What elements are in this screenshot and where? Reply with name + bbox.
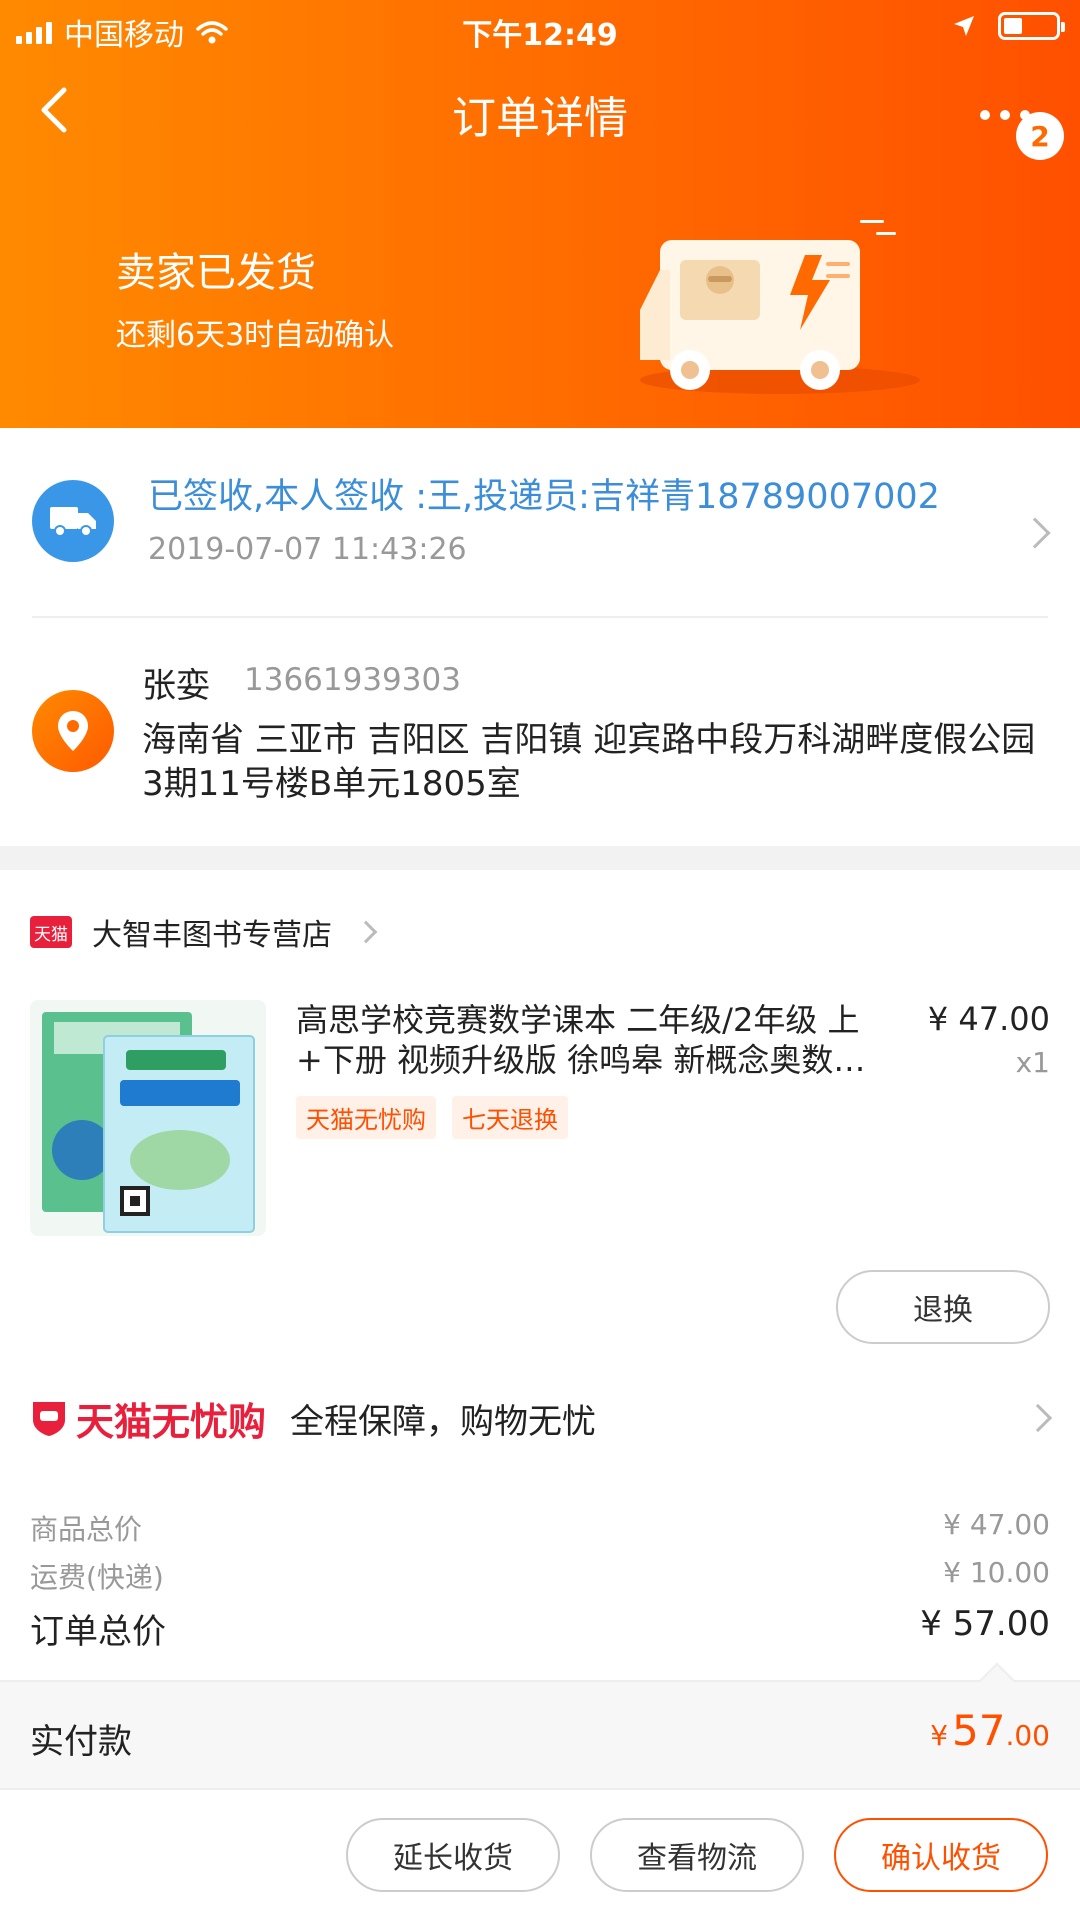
paid-integer: 57: [952, 1706, 1006, 1755]
product-price: ¥ 47.00: [927, 1000, 1050, 1038]
page-title: 订单详情: [452, 93, 628, 144]
order-total-value: ¥ 57.00: [920, 1604, 1050, 1644]
order-header: 中国移动 下午12:49 订单详情 2 卖家已发货 还剩6天3时自动确认: [0, 0, 1080, 428]
view-logistics-button[interactable]: 查看物流: [590, 1818, 804, 1892]
logistics-latest[interactable]: 已签收,本人签收 :王,投递员:吉祥青18789007002: [148, 468, 940, 519]
product-quantity: x1: [1015, 1046, 1050, 1079]
address-icon: [32, 690, 114, 772]
goods-total-label: 商品总价: [30, 1513, 143, 1546]
order-total-label: 订单总价: [30, 1612, 166, 1652]
paid-amount: ¥ 57 .00: [930, 1706, 1050, 1755]
product-tags: 天猫无忧购 七天退换: [296, 1096, 568, 1139]
order-total-row: 订单总价 ¥ 57.00: [30, 1604, 1050, 1653]
battery-level: [1004, 18, 1022, 34]
tmall-badge: 天猫: [30, 916, 72, 948]
exchange-button[interactable]: 退换: [836, 1270, 1050, 1344]
shield-icon: [33, 1402, 65, 1436]
chevron-right-icon: [354, 920, 378, 944]
extend-receipt-button[interactable]: 延长收货: [346, 1818, 560, 1892]
truck-icon: [50, 507, 96, 537]
shipping-fee-row: 运费(快递) ¥ 10.00: [30, 1556, 1050, 1596]
confirm-receipt-button[interactable]: 确认收货: [834, 1818, 1048, 1892]
assurance-row[interactable]: 天猫无忧购 全程保障，购物无忧: [30, 1388, 1053, 1448]
order-detail-page: 中国移动 下午12:49 订单详情 2 卖家已发货 还剩6天3时自动确认 已签收…: [0, 0, 1080, 1920]
paid-amount-bar: 实付款 ¥ 57 .00: [0, 1662, 1080, 1788]
logistics-icon: [32, 480, 114, 562]
divider: [32, 616, 1048, 618]
shop-header[interactable]: 天猫 大智丰图书专营店: [30, 910, 378, 954]
status-bar: 中国移动 下午12:49: [0, 0, 1080, 60]
logistics-time: 2019-07-07 11:43:26: [148, 532, 467, 567]
receiver-name: 张娈: [142, 666, 210, 706]
paid-decimal: .00: [1005, 1719, 1050, 1752]
logistics-card: 已签收,本人签收 :王,投递员:吉祥青18789007002 2019-07-0…: [0, 428, 1080, 846]
product-thumbnail[interactable]: [30, 1000, 266, 1236]
auto-confirm-countdown: 还剩6天3时自动确认: [116, 318, 395, 353]
goods-total-row: 商品总价 ¥ 47.00: [30, 1508, 1050, 1548]
bottom-action-bar: 延长收货 查看物流 确认收货: [0, 1788, 1080, 1920]
paid-label: 实付款: [30, 1722, 132, 1762]
assurance-desc: 全程保障，购物无忧: [290, 1401, 597, 1442]
assurance-logo-text: 天猫无忧购: [76, 1399, 267, 1444]
receiver-address: 海南省 三亚市 吉阳区 吉阳镇 迎宾路中段万科湖畔度假公园3期11号楼B单元18…: [142, 720, 1036, 804]
status-right: [952, 12, 1065, 40]
clock: 下午12:49: [462, 18, 618, 53]
paid-currency: ¥: [930, 1719, 949, 1752]
goods-total-value: ¥ 47.00: [943, 1508, 1050, 1541]
shipping-fee-label: 运费(快递): [30, 1561, 164, 1594]
tag-seven-day-return: 七天退换: [452, 1096, 568, 1139]
chevron-right-icon: [1023, 1403, 1053, 1433]
receiver-phone: 13661939303: [244, 662, 461, 698]
message-badge: 2: [1016, 112, 1064, 160]
book-cover-image: [42, 1012, 255, 1233]
shipping-status: 卖家已发货: [116, 250, 316, 296]
location-pin-icon: [58, 711, 88, 751]
assurance-logo: 天猫无忧购: [30, 1391, 266, 1446]
shipping-fee-value: ¥ 10.00: [943, 1556, 1050, 1589]
location-arrow-icon: [954, 16, 974, 36]
battery-icon: [998, 12, 1065, 40]
chevron-right-icon[interactable]: [1019, 517, 1051, 549]
nav-bar: 订单详情 2: [0, 60, 1080, 160]
product-title[interactable]: 高思学校竞赛数学课本 二年级/2年级 上+下册 视频升级版 徐鸣皋 新概念奥数…: [296, 1000, 906, 1080]
delivery-truck-illustration: [640, 220, 920, 394]
shop-name[interactable]: 大智丰图书专营店: [92, 910, 332, 954]
tag-worry-free: 天猫无忧购: [296, 1096, 436, 1139]
